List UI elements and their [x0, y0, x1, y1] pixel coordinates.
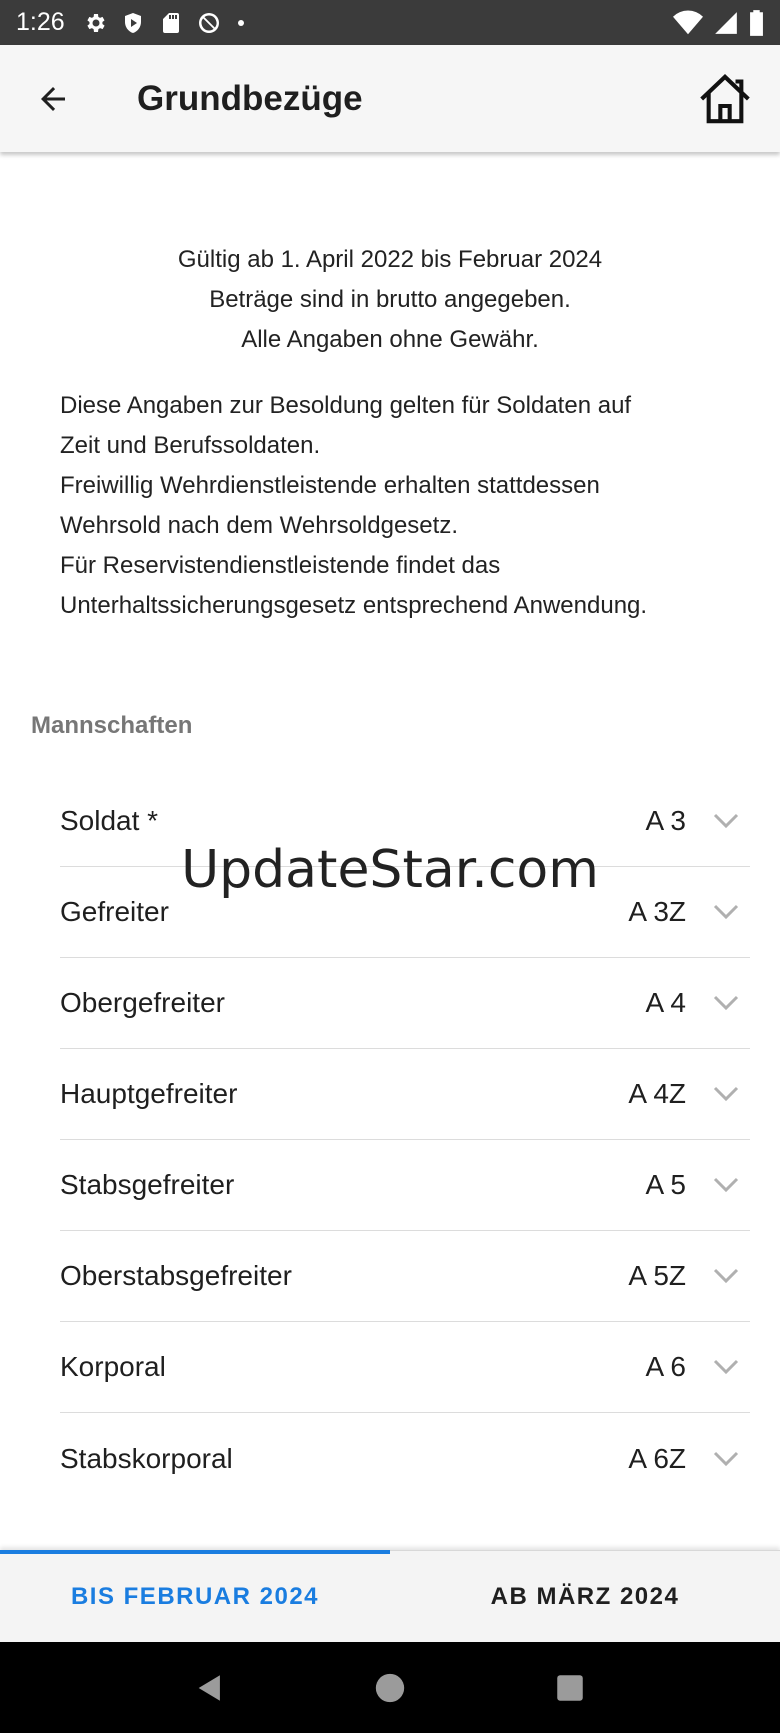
grade-row[interactable]: Obergefreiter A 4: [60, 958, 750, 1049]
grade-code: A 4Z: [628, 1078, 686, 1109]
grade-row[interactable]: Stabskorporal A 6Z: [60, 1413, 750, 1504]
intro-paragraph: Diese Angaben zur Besoldung gelten für S…: [60, 386, 740, 626]
no-tracking-icon: [198, 12, 219, 33]
grade-name: Soldat *: [60, 805, 159, 836]
home-icon: [700, 73, 750, 123]
grade-code: A 6: [645, 1351, 686, 1382]
grade-name: Stabsgefreiter: [60, 1169, 235, 1200]
status-icons-right: [673, 9, 764, 36]
gear-icon: [87, 13, 105, 32]
chevron-down-icon: [702, 1352, 750, 1382]
grade-name: Stabskorporal: [60, 1442, 233, 1474]
nav-recents-icon[interactable]: [553, 1671, 587, 1705]
home-button[interactable]: [670, 45, 780, 152]
status-icons-left: [83, 11, 247, 35]
back-button[interactable]: [0, 45, 106, 152]
tab-ab-maerz-2024[interactable]: AB MÄRZ 2024: [390, 1551, 780, 1642]
grade-code: A 6Z: [628, 1442, 686, 1474]
tab-bar: BIS FEBRUAR 2024 AB MÄRZ 2024: [0, 1550, 780, 1642]
disclaimer-line: Alle Angaben ohne Gewähr.: [241, 326, 539, 353]
signal-icon: [715, 11, 737, 34]
grade-row[interactable]: Hauptgefreiter A 4Z: [60, 1049, 750, 1140]
chevron-down-icon: [702, 1444, 750, 1474]
content-scroll-area[interactable]: Gültig ab 1. April 2022 bis Februar 2024…: [0, 152, 780, 1550]
validity-notice: Gültig ab 1. April 2022 bis Februar 2024…: [0, 240, 780, 360]
section-title: Mannschaften: [31, 712, 193, 739]
app-bar: Grundbezüge: [0, 45, 780, 152]
intro-line: Freiwillig Wehrdienstleistende erhalten …: [60, 472, 600, 499]
nav-back-icon[interactable]: [193, 1671, 227, 1705]
chevron-down-icon: [702, 1170, 750, 1200]
grade-row[interactable]: Oberstabsgefreiter A 5Z: [60, 1231, 750, 1322]
dot-icon: [237, 19, 244, 26]
intro-line: Wehrsold nach dem Wehrsoldgesetz.: [60, 512, 458, 539]
page-title: Grundbezüge: [137, 78, 363, 118]
sd-card-icon: [162, 12, 179, 33]
grade-name: Korporal: [60, 1351, 166, 1382]
validity-line: Gültig ab 1. April 2022 bis Februar 2024: [177, 246, 603, 273]
shield-play-icon: [124, 12, 141, 33]
status-time: 1:26: [16, 8, 65, 36]
grade-code: A 3: [645, 805, 686, 836]
intro-line: Diese Angaben zur Besoldung gelten für S…: [60, 392, 632, 419]
intro-line: Unterhaltssicherungsgesetz entsprechend …: [60, 592, 648, 619]
wifi-icon: [673, 10, 703, 34]
grade-code: A 5: [645, 1169, 686, 1200]
grade-row[interactable]: Korporal A 6: [60, 1322, 750, 1413]
battery-icon: [750, 9, 763, 36]
chevron-down-icon: [702, 1261, 750, 1291]
grade-row[interactable]: Soldat * A 3: [60, 776, 750, 867]
grade-row[interactable]: Stabsgefreiter A 5: [60, 1140, 750, 1231]
tab-bis-februar-2024[interactable]: BIS FEBRUAR 2024: [0, 1550, 390, 1642]
grade-row[interactable]: Gefreiter A 3Z: [60, 867, 750, 958]
status-bar: 1:26: [0, 0, 780, 45]
intro-line: Zeit und Berufssoldaten.: [60, 432, 321, 459]
system-nav-bar: [0, 1642, 780, 1733]
grade-code: A 3Z: [628, 896, 686, 927]
brutto-line: Beträge sind in brutto angegeben.: [209, 286, 571, 313]
arrow-left-icon: [41, 86, 65, 111]
grade-name: Hauptgefreiter: [60, 1078, 238, 1109]
nav-home-icon[interactable]: [373, 1671, 407, 1705]
chevron-down-icon: [702, 897, 750, 927]
grade-code: A 5Z: [628, 1260, 686, 1291]
grade-name: Oberstabsgefreiter: [60, 1260, 292, 1291]
grade-list: Soldat * A 3 Gefreiter A 3Z Obergefreite…: [60, 776, 750, 1504]
chevron-down-icon: [702, 988, 750, 1018]
chevron-down-icon: [702, 806, 750, 836]
intro-line: Für Reservistendienstleistende findet da…: [60, 552, 501, 579]
chevron-down-icon: [702, 1079, 750, 1109]
grade-code: A 4: [645, 987, 686, 1018]
grade-name: Obergefreiter: [60, 987, 225, 1018]
grade-name: Gefreiter: [60, 896, 169, 927]
